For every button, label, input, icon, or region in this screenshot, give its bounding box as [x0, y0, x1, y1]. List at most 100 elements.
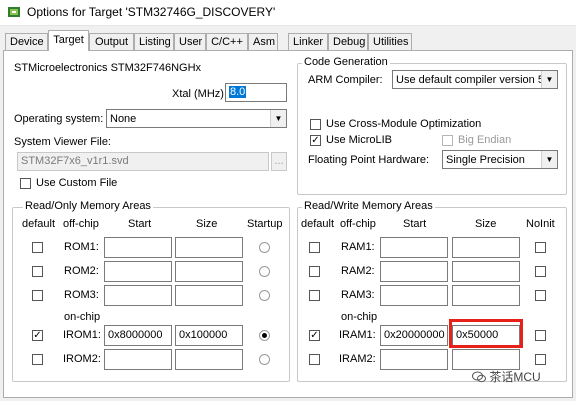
iram1-label: IRAM1: — [339, 329, 376, 341]
ram1-start-input[interactable] — [380, 237, 448, 258]
big-endian-checkbox[interactable] — [442, 135, 453, 146]
svf-label: System Viewer File: — [14, 136, 111, 148]
rom2-size-input[interactable] — [175, 261, 243, 282]
iram1-start-input[interactable]: 0x20000000 — [380, 325, 448, 346]
rom3-size-input[interactable] — [175, 285, 243, 306]
irom1-startup-radio[interactable] — [259, 330, 270, 341]
os-value: None — [110, 113, 137, 125]
iram1-default-checkbox[interactable]: ✓ — [309, 330, 320, 341]
ram3-label: RAM3: — [341, 289, 375, 301]
fp-value: Single Precision — [446, 154, 525, 166]
xtal-input[interactable]: 8.0 — [225, 83, 287, 102]
watermark-text: 茶话MCU — [489, 370, 541, 384]
ram-header-noinit: NoInit — [526, 218, 555, 230]
os-select[interactable]: None ▼ — [106, 109, 287, 128]
ram-group-title: Read/Write Memory Areas — [302, 200, 435, 212]
tab-asm[interactable]: Asm — [248, 33, 278, 50]
microlib-checkbox[interactable]: ✓ — [310, 135, 321, 146]
rom-header-offchip: off-chip — [63, 218, 99, 230]
ram-header-start: Start — [403, 218, 427, 230]
tab-device[interactable]: Device — [5, 33, 48, 50]
rom2-start-input[interactable] — [104, 261, 172, 282]
fp-label: Floating Point Hardware: — [308, 154, 430, 166]
rom2-startup-radio[interactable] — [259, 266, 270, 277]
svf-browse-button[interactable]: ... — [271, 152, 287, 171]
code-generation-title: Code Generation — [302, 56, 390, 68]
irom1-default-checkbox[interactable]: ✓ — [32, 330, 43, 341]
rom1-size-input[interactable] — [175, 237, 243, 258]
highlight-box — [449, 319, 523, 348]
tab-c-cpp[interactable]: C/C++ — [206, 33, 248, 50]
rom1-default-checkbox[interactable] — [32, 242, 43, 253]
ram1-noinit-checkbox[interactable] — [535, 242, 546, 253]
rom3-default-checkbox[interactable] — [32, 290, 43, 301]
tab-output[interactable]: Output — [89, 33, 134, 50]
rom1-startup-radio[interactable] — [259, 242, 270, 253]
ram3-size-input[interactable] — [452, 285, 520, 306]
watermark: 茶话MCU — [472, 368, 541, 385]
rom-header-default: default — [22, 218, 56, 230]
rom-group-title: Read/Only Memory Areas — [23, 200, 153, 212]
use-custom-file-checkbox[interactable] — [20, 178, 31, 189]
rom-header-size: Size — [196, 218, 218, 230]
ram1-default-checkbox[interactable] — [309, 242, 320, 253]
iram2-default-checkbox[interactable] — [309, 354, 320, 365]
ram2-size-input[interactable] — [452, 261, 520, 282]
ram-onchip-label: on-chip — [341, 311, 378, 323]
ram3-default-checkbox[interactable] — [309, 290, 320, 301]
title-bar: Options for Target 'STM32746G_DISCOVERY' — [0, 0, 576, 26]
ram-header-default: default — [301, 218, 335, 230]
rom1-label: ROM1: — [64, 241, 99, 253]
os-label: Operating system: — [14, 113, 104, 125]
iram1-noinit-checkbox[interactable] — [535, 330, 546, 341]
irom2-default-checkbox[interactable] — [32, 354, 43, 365]
xtal-label: Xtal (MHz): — [172, 88, 227, 100]
chevron-down-icon: ▼ — [541, 151, 557, 168]
big-endian-label: Big Endian — [458, 134, 512, 146]
irom1-start-input[interactable]: 0x8000000 — [104, 325, 172, 346]
tab-debug[interactable]: Debug — [328, 33, 368, 50]
rom-header-start: Start — [128, 218, 152, 230]
irom2-label: IROM2: — [63, 353, 101, 365]
wechat-icon — [472, 371, 486, 383]
rom-header-startup: Startup — [247, 218, 283, 230]
microlib-label: Use MicroLIB — [326, 134, 393, 146]
irom1-label: IROM1: — [63, 329, 101, 341]
compiler-label: ARM Compiler: — [308, 74, 383, 86]
xtal-value: 8.0 — [229, 86, 247, 98]
tab-target[interactable]: Target — [48, 30, 89, 51]
fp-select[interactable]: Single Precision ▼ — [442, 150, 558, 169]
rom-onchip-label: on-chip — [64, 311, 101, 323]
iram2-label: IRAM2: — [339, 353, 376, 365]
iram2-size-input[interactable] — [452, 349, 520, 370]
rom3-start-input[interactable] — [104, 285, 172, 306]
tab-user[interactable]: User — [174, 33, 206, 50]
ram2-label: RAM2: — [341, 265, 375, 277]
ram3-noinit-checkbox[interactable] — [535, 290, 546, 301]
ram3-start-input[interactable] — [380, 285, 448, 306]
ram2-default-checkbox[interactable] — [309, 266, 320, 277]
cross-module-checkbox[interactable] — [310, 119, 321, 130]
iram2-start-input[interactable] — [380, 349, 448, 370]
ram2-noinit-checkbox[interactable] — [535, 266, 546, 277]
rom2-default-checkbox[interactable] — [32, 266, 43, 277]
irom2-start-input[interactable] — [104, 349, 172, 370]
ram1-size-input[interactable] — [452, 237, 520, 258]
iram2-noinit-checkbox[interactable] — [535, 354, 546, 365]
rom3-label: ROM3: — [64, 289, 99, 301]
irom2-size-input[interactable] — [175, 349, 243, 370]
irom2-startup-radio[interactable] — [259, 354, 270, 365]
chevron-down-icon: ▼ — [270, 110, 286, 127]
irom1-size-input[interactable]: 0x100000 — [175, 325, 243, 346]
use-custom-file-label: Use Custom File — [36, 177, 118, 189]
rom3-startup-radio[interactable] — [259, 290, 270, 301]
compiler-select[interactable]: Use default compiler version 5 ▼ — [392, 70, 558, 89]
chevron-down-icon: ▼ — [541, 71, 557, 88]
svf-input[interactable]: STM32F7x6_v1r1.svd — [17, 152, 269, 171]
tab-listing[interactable]: Listing — [134, 33, 174, 50]
ram-header-size: Size — [475, 218, 497, 230]
rom1-start-input[interactable] — [104, 237, 172, 258]
tab-utilities[interactable]: Utilities — [368, 33, 412, 50]
tab-linker[interactable]: Linker — [288, 33, 328, 50]
ram2-start-input[interactable] — [380, 261, 448, 282]
